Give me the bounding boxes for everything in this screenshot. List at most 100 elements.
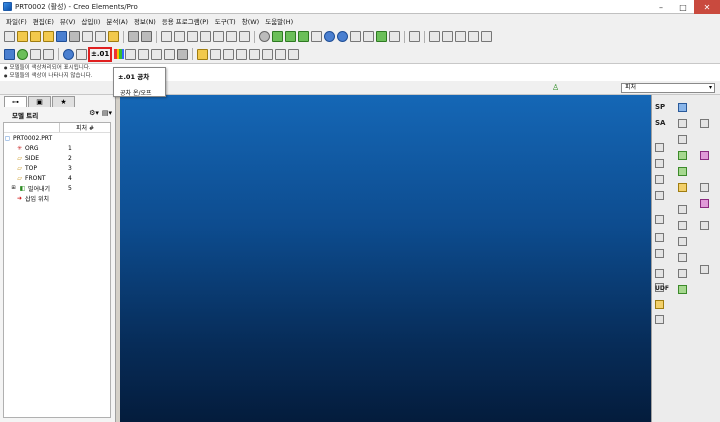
close-button[interactable]: ✕ (694, 0, 720, 14)
blend-tool-icon[interactable] (678, 183, 687, 192)
tree-row[interactable]: ▱ TOP 3 (4, 163, 110, 173)
extrude-tool-icon[interactable] (678, 151, 687, 160)
redo-icon[interactable] (141, 31, 152, 42)
datum-axis-tool-icon[interactable] (678, 119, 687, 128)
sketch-tool-icon[interactable] (655, 191, 664, 200)
datum-display-icon[interactable] (298, 31, 309, 42)
pattern-tool-icon[interactable] (700, 221, 709, 230)
tolerance-button[interactable]: ±.01 (88, 46, 113, 62)
copy-icon[interactable] (174, 31, 185, 42)
orient-icon[interactable] (285, 31, 296, 42)
menu-applications[interactable]: 응용 프로그램(P) (159, 16, 212, 26)
copy-icon[interactable] (95, 31, 106, 42)
sketch-label[interactable]: SP (655, 103, 665, 111)
sketch-tool-icon[interactable] (210, 48, 222, 60)
analysis-feature-icon[interactable] (655, 233, 664, 242)
maximize-button[interactable]: □ (672, 0, 694, 14)
view-manager-icon[interactable] (376, 31, 387, 42)
feature-tool-icon[interactable] (197, 48, 209, 60)
hole-tool-icon[interactable] (678, 221, 687, 230)
new-file-icon[interactable] (4, 31, 15, 42)
measure-icon[interactable] (236, 48, 248, 60)
solidify-tool-icon[interactable] (655, 315, 664, 324)
tree-row[interactable]: ✳ ORG 1 (4, 143, 110, 153)
menu-file[interactable]: 파일(F) (3, 16, 30, 26)
undo-icon[interactable] (128, 31, 139, 42)
spline-tool-icon[interactable] (655, 215, 664, 224)
copy-geom-icon[interactable] (655, 269, 664, 278)
rib-tool-icon[interactable] (700, 199, 709, 208)
close-icon[interactable] (288, 48, 300, 60)
shaded-icon[interactable] (164, 48, 176, 60)
paste-icon[interactable] (187, 31, 198, 42)
menu-insert[interactable]: 삽입(I) (78, 16, 103, 26)
layers-icon[interactable] (389, 31, 400, 42)
datum-axis-display-icon[interactable] (442, 31, 453, 42)
revolve-tool-icon[interactable] (700, 151, 709, 160)
shell-tool-icon[interactable] (700, 183, 709, 192)
pin-icon[interactable] (63, 48, 74, 60)
favorites-tab[interactable]: ★ (52, 96, 75, 107)
model-tree-tab[interactable]: ⊶ (4, 96, 27, 107)
curve-tool-icon[interactable] (655, 175, 664, 184)
tree-filter-icon[interactable]: ▤▾ (102, 109, 112, 117)
refit-icon[interactable] (311, 31, 322, 42)
print-icon[interactable] (69, 31, 80, 42)
email-icon[interactable] (82, 31, 93, 42)
regenerate-icon[interactable] (213, 31, 224, 42)
tree-row[interactable]: ⊞ ◧ 밀어내기 5 (4, 183, 110, 193)
tree-settings-icon[interactable]: ⚙▾ (89, 109, 99, 117)
cut-icon[interactable] (161, 31, 172, 42)
publish-geom-icon[interactable] (655, 300, 664, 309)
close-window-icon[interactable] (43, 48, 54, 60)
hidden-line-icon[interactable] (138, 48, 150, 60)
save-icon[interactable] (4, 48, 15, 60)
csys-display-icon[interactable] (468, 31, 479, 42)
menu-info[interactable]: 정보(N) (131, 16, 159, 26)
select-box-icon[interactable] (239, 31, 250, 42)
color-appearance-icon[interactable] (114, 49, 125, 59)
tree-root[interactable]: ▢ PRT0002.PRT (4, 133, 110, 143)
relations-icon[interactable] (262, 48, 274, 60)
wireframe-icon[interactable] (125, 48, 137, 60)
spin-center-icon[interactable] (272, 31, 283, 42)
point-tool-icon[interactable] (655, 143, 664, 152)
folder-browser-tab[interactable]: ▣ (28, 96, 51, 107)
graphics-window[interactable] (120, 95, 651, 422)
menu-analysis[interactable]: 분석(A) (103, 16, 130, 26)
datum-point-icon[interactable] (655, 249, 664, 258)
chamfer-tool-icon[interactable] (678, 135, 687, 144)
menu-edit[interactable]: 편집(E) (30, 16, 57, 26)
tree-row[interactable]: ➜ 삽입 위치 (4, 193, 110, 203)
udf-label[interactable]: UDF (655, 285, 669, 292)
asm-icon[interactable] (30, 31, 41, 42)
selection-filter-dropdown[interactable]: 피처 (621, 83, 715, 93)
annotation-display-icon[interactable] (481, 31, 492, 42)
menu-window[interactable]: 창(W) (239, 16, 262, 26)
trim-tool-icon[interactable] (700, 265, 709, 274)
table-icon[interactable] (249, 48, 261, 60)
reorient-icon[interactable] (350, 31, 361, 42)
shading-icon[interactable] (259, 31, 270, 42)
saved-views-icon[interactable] (363, 31, 374, 42)
round-tool-icon[interactable] (700, 119, 709, 128)
paste-special-icon[interactable] (200, 31, 211, 42)
no-hidden-icon[interactable] (151, 48, 163, 60)
model-setup-icon[interactable] (76, 48, 87, 60)
enhanced-realism-icon[interactable] (177, 48, 189, 60)
menu-help[interactable]: 도움말(H) (262, 16, 296, 26)
minimize-button[interactable]: – (650, 0, 672, 14)
zoom-in-icon[interactable] (324, 31, 335, 42)
datum-plane-tool-icon[interactable] (678, 103, 687, 112)
save-icon[interactable] (56, 31, 67, 42)
csys-tool-icon[interactable] (655, 159, 664, 168)
sweep-tool-icon[interactable] (678, 167, 687, 176)
menu-view[interactable]: 뷰(V) (57, 16, 79, 26)
expand-icon[interactable]: ⊞ (10, 185, 17, 192)
analysis-icon[interactable] (223, 48, 235, 60)
zoom-out-icon[interactable] (337, 31, 348, 42)
menu-tools[interactable]: 도구(T) (212, 16, 239, 26)
offset-tool-icon[interactable] (678, 269, 687, 278)
context-help-icon[interactable] (409, 31, 420, 42)
globe-icon[interactable] (17, 48, 28, 60)
